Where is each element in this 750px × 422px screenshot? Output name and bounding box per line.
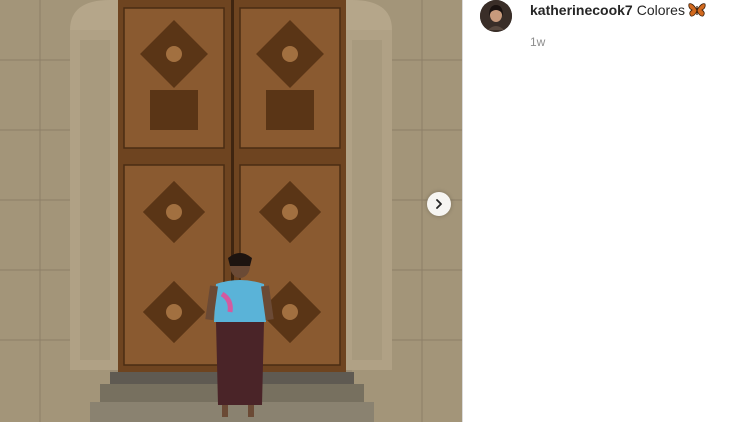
post-meta: katherinecook7 Colores 1w xyxy=(530,1,706,49)
instagram-post: katherinecook7 Colores 1w xyxy=(0,0,750,422)
chevron-right-icon xyxy=(436,199,442,209)
caption-text: Colores xyxy=(636,2,685,18)
post-timestamp[interactable]: 1w xyxy=(530,35,706,49)
post-sidebar: katherinecook7 Colores 1w xyxy=(463,0,750,422)
avatar[interactable] xyxy=(480,0,512,32)
post-header: katherinecook7 Colores 1w xyxy=(480,0,706,49)
username-link[interactable]: katherinecook7 xyxy=(530,2,633,18)
photo-church-door xyxy=(0,0,462,422)
carousel-next-button[interactable] xyxy=(427,192,451,216)
butterfly-icon xyxy=(688,2,706,22)
caption-line: katherinecook7 Colores xyxy=(530,1,706,22)
avatar-image xyxy=(480,0,512,32)
post-photo[interactable] xyxy=(0,0,462,422)
